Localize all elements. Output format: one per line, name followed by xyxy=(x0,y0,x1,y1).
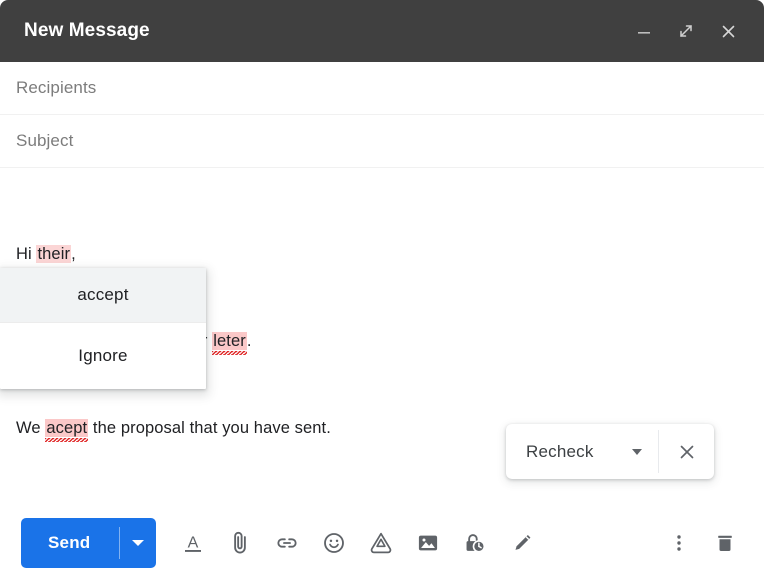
spelling-suggestion-popup: accept Ignore xyxy=(0,268,206,389)
window-controls xyxy=(630,17,742,45)
recheck-button[interactable]: Recheck xyxy=(506,424,658,479)
body-line3-post: the proposal that you have sent. xyxy=(88,419,331,437)
format-text-icon[interactable]: A xyxy=(169,521,216,565)
close-button[interactable] xyxy=(714,17,742,45)
insert-link-icon[interactable] xyxy=(263,521,310,565)
attach-file-icon[interactable] xyxy=(216,521,263,565)
google-drive-icon[interactable] xyxy=(357,521,404,565)
recheck-label: Recheck xyxy=(526,441,594,461)
message-body-area[interactable]: Hi their, This is a response to your let… xyxy=(0,168,764,501)
window-titlebar: New Message xyxy=(0,0,764,62)
close-icon xyxy=(680,445,693,458)
recheck-bar: Recheck xyxy=(506,424,714,479)
body-line-1: Hi their, xyxy=(16,240,748,269)
chevron-down-icon xyxy=(132,540,145,546)
chevron-down-icon[interactable] xyxy=(632,448,642,455)
recheck-close-button[interactable] xyxy=(659,424,714,479)
discard-draft-icon[interactable] xyxy=(702,521,748,565)
insert-signature-icon[interactable] xyxy=(498,521,545,565)
recipients-placeholder: Recipients xyxy=(16,78,97,97)
confidential-mode-icon[interactable] xyxy=(451,521,498,565)
window-title: New Message xyxy=(24,20,150,41)
suggestion-item-ignore[interactable]: Ignore xyxy=(0,323,206,389)
recipients-field-row[interactable]: Recipients xyxy=(0,62,764,115)
svg-text:A: A xyxy=(188,535,199,552)
insert-photo-icon[interactable] xyxy=(404,521,451,565)
grammar-suggestion-their[interactable]: their xyxy=(36,245,72,263)
body-line1-post: , xyxy=(71,245,76,263)
subject-placeholder: Subject xyxy=(16,131,74,150)
toolbar-right-group xyxy=(656,521,748,565)
suggestion-item-accept[interactable]: accept xyxy=(0,268,206,322)
subject-field-row[interactable]: Subject xyxy=(0,115,764,168)
minimize-button[interactable] xyxy=(630,17,658,45)
body-line1-pre: Hi xyxy=(16,245,37,263)
more-options-icon[interactable] xyxy=(656,521,702,565)
spelling-error-leter[interactable]: leter xyxy=(212,332,247,350)
body-line3-pre: We xyxy=(16,419,46,437)
send-options-button[interactable] xyxy=(120,518,156,568)
body-line2-post: . xyxy=(246,332,252,350)
expand-button[interactable] xyxy=(672,17,700,45)
insert-emoji-icon[interactable] xyxy=(310,521,357,565)
toolbar-icon-group: A xyxy=(169,521,545,565)
compose-toolbar: Send A xyxy=(0,501,764,583)
send-button[interactable]: Send xyxy=(21,518,119,568)
compose-window: New Message Recipients Subject Hi their,… xyxy=(0,0,764,583)
spelling-error-acept[interactable]: acept xyxy=(45,419,89,437)
send-button-group[interactable]: Send xyxy=(21,518,157,568)
